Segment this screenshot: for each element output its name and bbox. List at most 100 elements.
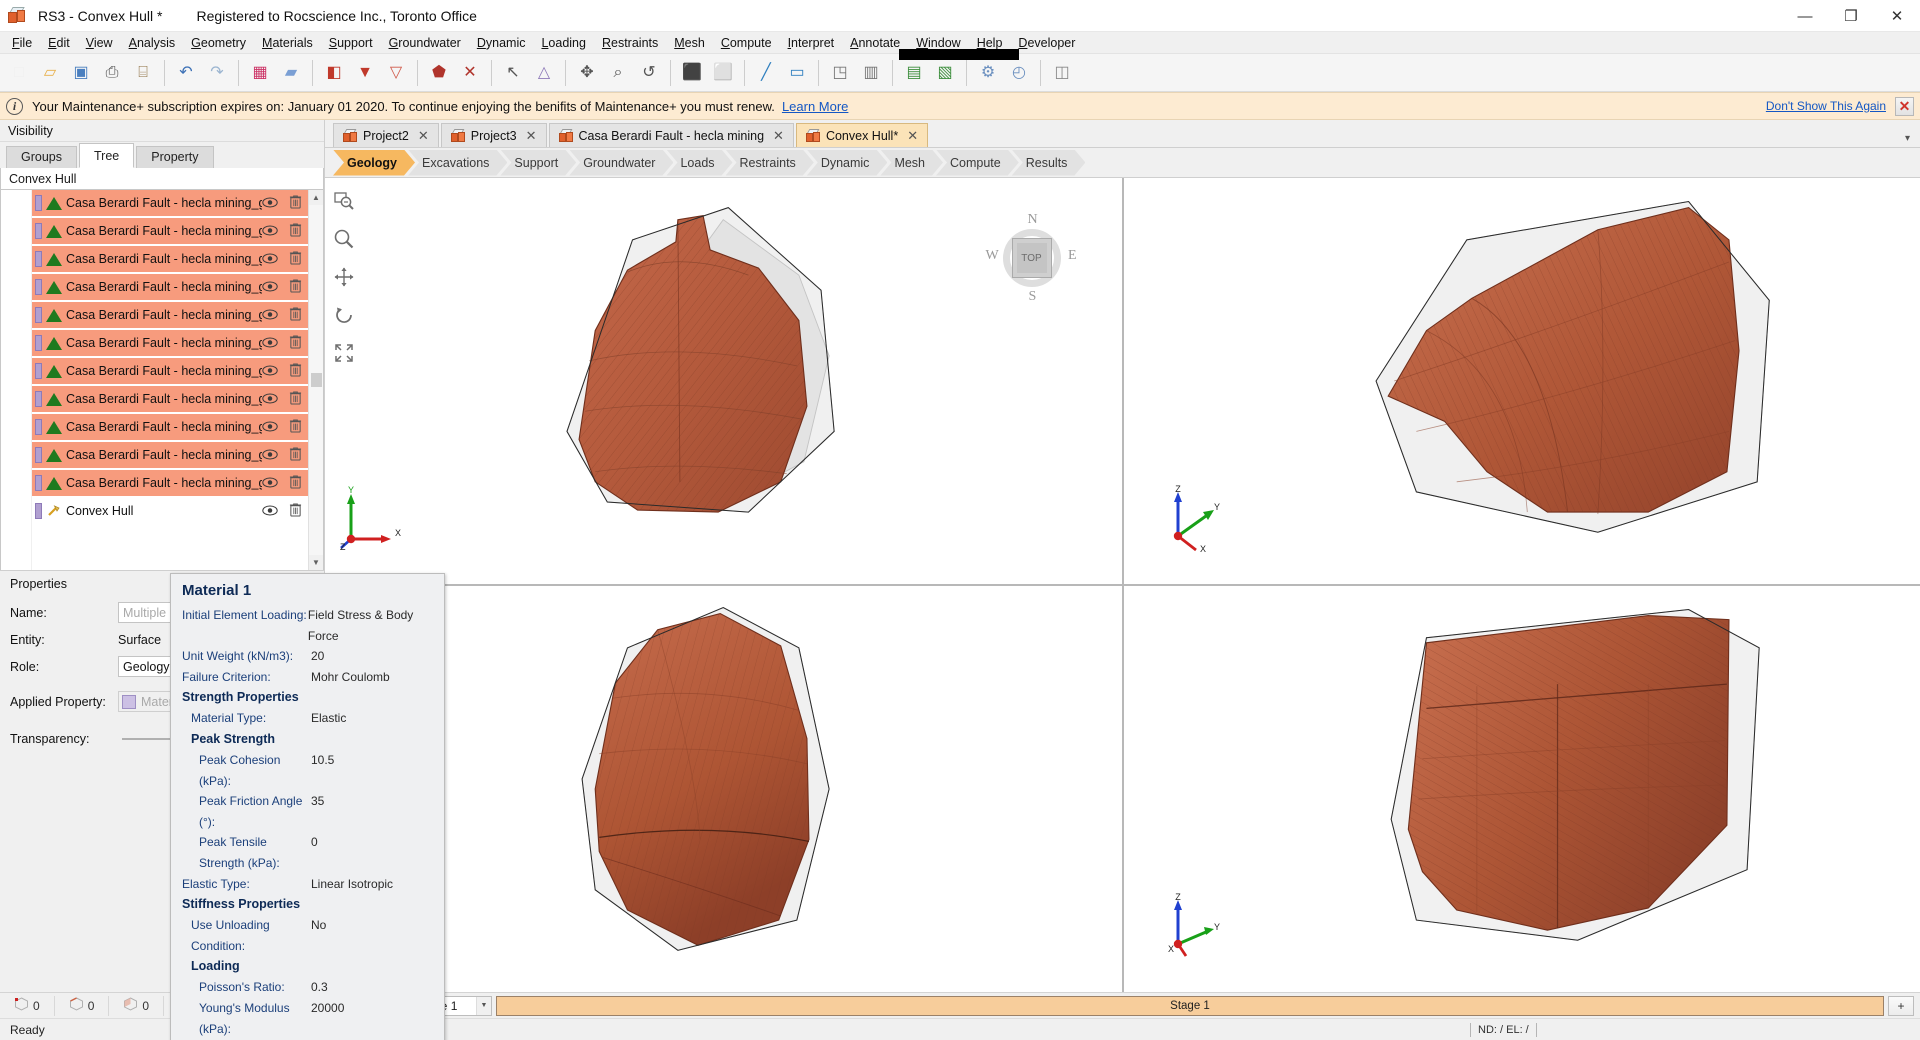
undo-button[interactable]: ↶ — [171, 58, 201, 88]
eye-icon[interactable] — [262, 448, 278, 463]
menu-restraints[interactable]: Restraints — [594, 33, 666, 53]
tree-row[interactable]: Casa Berardi Fault - hecla mining_geom.[ — [32, 358, 308, 386]
trash-icon[interactable] — [289, 334, 302, 352]
tree-scrollbar[interactable]: ▲ ▼ — [308, 190, 323, 570]
interpret-button[interactable]: ◴ — [1004, 58, 1034, 88]
document-tab[interactable]: Project3✕ — [441, 123, 547, 147]
viewport-bottom-right[interactable]: Z Y X — [1124, 586, 1920, 992]
tree-row[interactable]: Casa Berardi Fault - hecla mining_geom.[ — [32, 442, 308, 470]
tab-tree[interactable]: Tree — [79, 143, 134, 168]
tab-overflow-icon[interactable]: ▾ — [1905, 133, 1910, 144]
add-stage-button[interactable]: + — [1888, 996, 1914, 1016]
menu-geometry[interactable]: Geometry — [183, 33, 254, 53]
trash-icon[interactable] — [289, 474, 302, 492]
model-render-top-right[interactable] — [1124, 178, 1920, 584]
tab-property[interactable]: Property — [136, 146, 213, 168]
model-render-top-left[interactable] — [325, 178, 1122, 584]
tree-row[interactable]: Casa Berardi Fault - hecla mining_geom.[ — [32, 330, 308, 358]
eye-icon[interactable] — [262, 392, 278, 407]
trash-icon[interactable] — [289, 362, 302, 380]
close-tab-icon[interactable]: ✕ — [526, 128, 537, 144]
close-button[interactable]: ✕ — [1874, 0, 1920, 32]
trash-icon[interactable] — [289, 194, 302, 212]
open-file-button[interactable]: ▱ — [35, 58, 65, 88]
menu-view[interactable]: View — [78, 33, 121, 53]
redo-button[interactable]: ↷ — [202, 58, 232, 88]
eye-icon[interactable] — [262, 504, 278, 519]
print-button[interactable]: ⎙ — [97, 58, 127, 88]
close-tab-icon[interactable]: ✕ — [418, 128, 429, 144]
menu-mesh[interactable]: Mesh — [666, 33, 713, 53]
menu-materials[interactable]: Materials — [254, 33, 321, 53]
menu-developer[interactable]: Developer — [1010, 33, 1083, 53]
trash-icon[interactable] — [289, 390, 302, 408]
menu-loading[interactable]: Loading — [533, 33, 594, 53]
menu-dynamic[interactable]: Dynamic — [469, 33, 534, 53]
pan-view-button[interactable]: ✥ — [572, 58, 602, 88]
tree-row[interactable]: Casa Berardi Fault - hecla mining_geom.[ — [32, 190, 308, 218]
menu-file[interactable]: File — [4, 33, 40, 53]
scroll-thumb[interactable] — [311, 373, 322, 387]
tree-row[interactable]: Casa Berardi Fault - hecla mining_geom.[ — [32, 386, 308, 414]
menu-interpret[interactable]: Interpret — [780, 33, 843, 53]
assign-material-button[interactable]: ▽ — [381, 58, 411, 88]
compute-button[interactable]: ⚙ — [973, 58, 1003, 88]
restraints-button[interactable]: ▥ — [856, 58, 886, 88]
pan-icon[interactable] — [331, 264, 357, 290]
tree-row[interactable]: Casa Berardi Fault - hecla mining_geom.[ — [32, 246, 308, 274]
trash-icon[interactable] — [289, 222, 302, 240]
workflow-tab-geology[interactable]: Geology — [333, 150, 415, 176]
menu-analysis[interactable]: Analysis — [121, 33, 184, 53]
eye-icon[interactable] — [262, 252, 278, 267]
new-file-button[interactable]: □ — [4, 58, 34, 88]
tree-row[interactable]: Casa Berardi Fault - hecla mining_geom.[ — [32, 470, 308, 498]
learn-more-link[interactable]: Learn More — [782, 99, 848, 114]
close-notification-button[interactable]: ✕ — [1895, 97, 1914, 116]
scroll-up-icon[interactable]: ▲ — [309, 190, 324, 205]
maximize-button[interactable]: ❐ — [1828, 0, 1874, 32]
document-tab[interactable]: Project2✕ — [333, 123, 439, 147]
workflow-tab-compute[interactable]: Compute — [936, 150, 1019, 176]
menu-edit[interactable]: Edit — [40, 33, 78, 53]
display-options-button[interactable]: ▰ — [276, 58, 306, 88]
trash-icon[interactable] — [289, 446, 302, 464]
zoom-window-button[interactable]: ⌕ — [603, 58, 633, 88]
select-tool-button[interactable]: ↖ — [498, 58, 528, 88]
tab-groups[interactable]: Groups — [6, 146, 77, 168]
tree-row[interactable]: Casa Berardi Fault - hecla mining_geom.[ — [32, 274, 308, 302]
menu-compute[interactable]: Compute — [713, 33, 780, 53]
zoom-icon[interactable] — [331, 226, 357, 252]
workflow-tab-excavations[interactable]: Excavations — [408, 150, 507, 176]
eye-icon[interactable] — [262, 196, 278, 211]
import-geometry-button[interactable]: ◧ — [319, 58, 349, 88]
rotate-view-button[interactable]: ↺ — [634, 58, 664, 88]
trash-icon[interactable] — [289, 278, 302, 296]
zoom-window-icon[interactable] — [331, 188, 357, 214]
workflow-tab-restraints[interactable]: Restraints — [726, 150, 814, 176]
color-palette-button[interactable]: ▦ — [245, 58, 275, 88]
workflow-tab-mesh[interactable]: Mesh — [880, 150, 943, 176]
tree-row[interactable]: Casa Berardi Fault - hecla mining_geom.[ — [32, 414, 308, 442]
viewport-top-right[interactable]: Z Y X — [1124, 178, 1920, 584]
zoom-all-icon[interactable] — [331, 340, 357, 366]
trash-icon[interactable] — [289, 306, 302, 324]
minimize-button[interactable]: — — [1782, 0, 1828, 32]
close-tab-icon[interactable]: ✕ — [773, 128, 784, 144]
tree-row[interactable]: Casa Berardi Fault - hecla mining_geom.[ — [32, 302, 308, 330]
eye-icon[interactable] — [262, 420, 278, 435]
trash-icon[interactable] — [289, 418, 302, 436]
field-stress-button[interactable]: ◳ — [825, 58, 855, 88]
print-preview-button[interactable]: ⌸ — [128, 58, 158, 88]
boundary-line-button[interactable]: ✕ — [455, 58, 485, 88]
model-render-bottom-right[interactable] — [1124, 586, 1920, 992]
rotate-icon[interactable] — [331, 302, 357, 328]
add-material-button[interactable]: ▼ — [350, 58, 380, 88]
mesh-generate-button[interactable]: ▤ — [899, 58, 929, 88]
mesh-options-button[interactable]: ▧ — [930, 58, 960, 88]
measure-tool-button[interactable]: △ — [529, 58, 559, 88]
workflow-tab-results[interactable]: Results — [1012, 150, 1086, 176]
tree-row[interactable]: Convex Hull — [32, 498, 308, 526]
stage-timeline-bar[interactable]: Stage 1 — [496, 996, 1884, 1016]
dont-show-again-link[interactable]: Don't Show This Again — [1766, 99, 1886, 113]
excavation-remove-button[interactable]: ⬜ — [708, 58, 738, 88]
